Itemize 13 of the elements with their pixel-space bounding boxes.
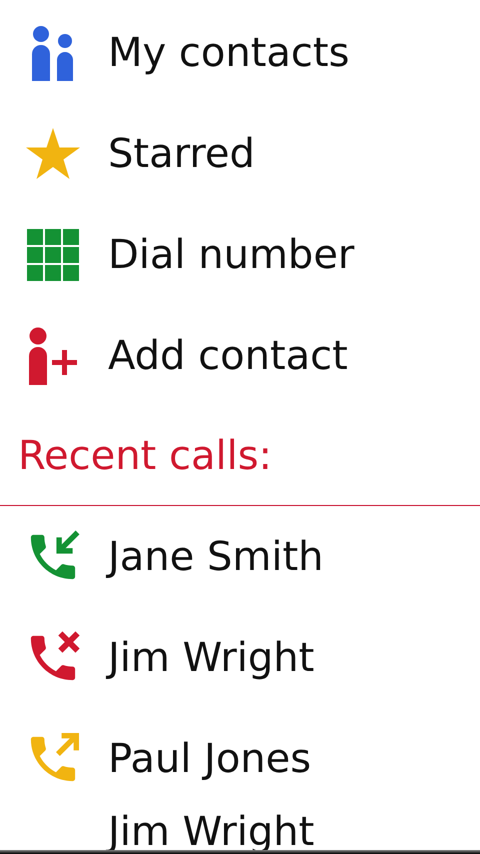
section-heading: Recent calls:: [18, 432, 272, 478]
caller-name[interactable]: Paul Jones: [108, 736, 312, 782]
caller-name[interactable]: Jane Smith: [108, 534, 324, 580]
people-icon: [30, 24, 76, 80]
menu-item[interactable]: Starred: [108, 130, 255, 176]
caller-name[interactable]: Jim Wright: [108, 812, 314, 852]
dialpad-icon: [27, 228, 79, 280]
menu-item[interactable]: Add contact: [108, 332, 348, 378]
add-person-icon: [27, 326, 79, 384]
menu-item[interactable]: My contacts: [108, 30, 350, 76]
star-icon: [25, 128, 81, 180]
menu-item[interactable]: Dial number: [108, 232, 354, 278]
caller-name[interactable]: Jim Wright: [108, 634, 314, 680]
